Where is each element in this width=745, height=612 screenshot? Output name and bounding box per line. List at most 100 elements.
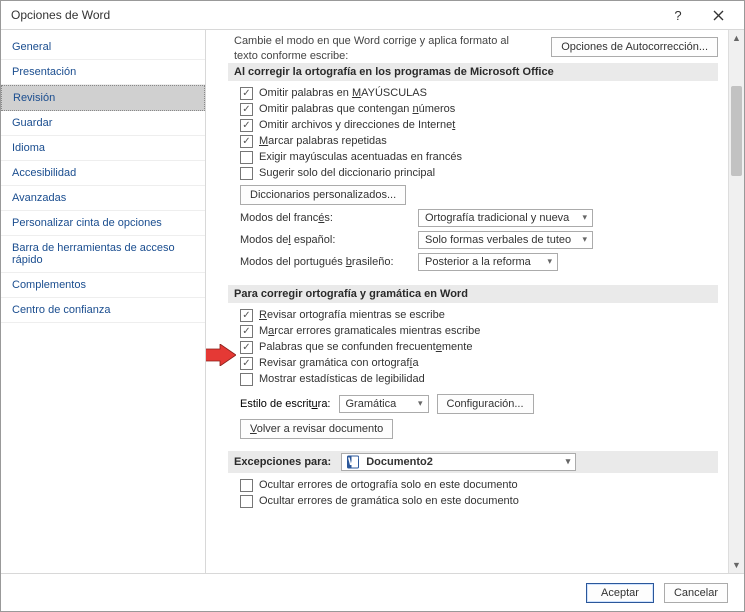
french-modes-label: Modos del francés:: [240, 212, 410, 224]
check-label: Omitir archivos y direcciones de Interne…: [259, 119, 455, 131]
check-ignore-uppercase[interactable]: ✓ Omitir palabras en MAYÚSCULAS: [240, 87, 718, 100]
select-value: Documento2: [366, 456, 433, 468]
scroll-up-arrow-icon[interactable]: ▲: [729, 30, 744, 46]
select-value: Gramática: [346, 398, 397, 410]
checkbox-icon: ✓: [240, 495, 253, 508]
checkbox-icon: ✓: [240, 103, 253, 116]
autocorrect-options-button[interactable]: Opciones de Autocorrección...: [551, 37, 718, 57]
check-grammar-errors[interactable]: ✓Marcar errores gramaticales mientras es…: [240, 325, 718, 338]
checkbox-icon: ✓: [240, 309, 253, 322]
sidebar-item-label: Centro de confianza: [12, 304, 110, 316]
checkbox-icon: ✓: [240, 87, 253, 100]
dialog-footer: Aceptar Cancelar: [1, 573, 744, 611]
main-panel: Cambie el modo en que Word corrige y apl…: [206, 30, 744, 573]
spanish-modes-select[interactable]: Solo formas verbales de tuteo: [418, 231, 593, 249]
portuguese-modes-select[interactable]: Posterior a la reforma: [418, 253, 558, 271]
check-label: Ocultar errores de gramática solo en est…: [259, 495, 519, 507]
check-label: Exigir mayúsculas acentuadas en francés: [259, 151, 462, 163]
section-spellcheck-word: Para corregir ortografía y gramática en …: [228, 285, 718, 303]
sidebar-item-label: Complementos: [12, 279, 86, 291]
row-french-modes: Modos del francés: Ortografía tradiciona…: [240, 209, 718, 227]
check-label: Omitir palabras en MAYÚSCULAS: [259, 87, 427, 99]
document-icon: W: [346, 455, 360, 469]
row-writing-style: Estilo de escritura: Gramática Configura…: [240, 394, 718, 414]
cancel-button[interactable]: Cancelar: [664, 583, 728, 603]
sidebar-item-language[interactable]: Idioma: [1, 136, 205, 161]
check-main-dict-only[interactable]: ✓ Sugerir solo del diccionario principal: [240, 167, 718, 180]
sidebar-item-label: Accesibilidad: [12, 167, 76, 179]
category-sidebar: General Presentación Revisión Guardar Id…: [1, 30, 206, 573]
portuguese-modes-label: Modos del portugués brasileño:: [240, 256, 410, 268]
titlebar: Opciones de Word ?: [1, 1, 744, 29]
recheck-document-button[interactable]: Volver a revisar documento: [240, 419, 393, 439]
check-ignore-internet[interactable]: ✓ Omitir archivos y direcciones de Intern…: [240, 119, 718, 132]
check-confused-words[interactable]: ✓Palabras que se confunden frecuentement…: [240, 341, 718, 354]
sidebar-item-label: Personalizar cinta de opciones: [12, 217, 162, 229]
writing-style-select[interactable]: Gramática: [339, 395, 429, 413]
row-spanish-modes: Modos del español: Solo formas verbales …: [240, 231, 718, 249]
sidebar-item-accessibility[interactable]: Accesibilidad: [1, 161, 205, 186]
sidebar-item-display[interactable]: Presentación: [1, 60, 205, 85]
sidebar-item-label: Barra de herramientas de acceso rápido: [12, 242, 175, 266]
select-value: Ortografía tradicional y nueva: [425, 212, 569, 224]
check-label: Revisar ortografía mientras se escribe: [259, 309, 445, 321]
check-label: Marcar errores gramaticales mientras esc…: [259, 325, 480, 337]
sidebar-item-label: Avanzadas: [12, 192, 66, 204]
help-button[interactable]: ?: [658, 1, 698, 29]
sidebar-item-quick-access[interactable]: Barra de herramientas de acceso rápido: [1, 236, 205, 273]
checkbox-icon: ✓: [240, 167, 253, 180]
scroll-content: Cambie el modo en que Word corrige y apl…: [206, 30, 728, 573]
select-value: Posterior a la reforma: [425, 256, 531, 268]
intro-line1: Cambie el modo en que Word corrige y apl…: [234, 35, 509, 47]
sidebar-item-label: Idioma: [12, 142, 45, 154]
sidebar-item-label: Presentación: [12, 66, 76, 78]
check-label: Revisar gramática con ortografía: [259, 357, 419, 369]
sidebar-item-trust-center[interactable]: Centro de confianza: [1, 298, 205, 323]
checkbox-icon: ✓: [240, 479, 253, 492]
checkbox-icon: ✓: [240, 119, 253, 132]
grammar-settings-button[interactable]: Configuración...: [437, 394, 534, 414]
sidebar-item-proofing[interactable]: Revisión: [1, 85, 205, 111]
dialog-body: General Presentación Revisión Guardar Id…: [1, 29, 744, 573]
check-repeated-words[interactable]: ✓Marcar palabras repetidas: [240, 135, 718, 148]
section-exceptions: Excepciones para: W Documento2: [228, 451, 718, 473]
close-icon: [713, 10, 724, 21]
custom-dictionaries-button[interactable]: Diccionarios personalizados...: [240, 185, 406, 205]
check-spell-as-you-type[interactable]: ✓ Revisar ortografía mientras se escribe: [240, 309, 718, 322]
vertical-scrollbar[interactable]: ▲ ▼: [728, 30, 744, 573]
spanish-modes-label: Modos del español:: [240, 234, 410, 246]
sidebar-item-addins[interactable]: Complementos: [1, 273, 205, 298]
french-modes-select[interactable]: Ortografía tradicional y nueva: [418, 209, 593, 227]
checkbox-icon: ✓: [240, 135, 253, 148]
sidebar-item-advanced[interactable]: Avanzadas: [1, 186, 205, 211]
check-label: Sugerir solo del diccionario principal: [259, 167, 435, 179]
check-readability-stats[interactable]: ✓Mostrar estadísticas de legibilidad: [240, 373, 718, 386]
scrollbar-track[interactable]: [729, 46, 744, 557]
check-grammar-with-spelling[interactable]: ✓ Revisar gramática con ortografía: [240, 357, 718, 370]
check-hide-grammar-errors[interactable]: ✓ Ocultar errores de gramática solo en es…: [240, 495, 718, 508]
sidebar-item-label: Revisión: [13, 92, 55, 104]
sidebar-item-label: Guardar: [12, 117, 52, 129]
section-spellcheck-office: Al corregir la ortografía en los program…: [228, 63, 718, 81]
exceptions-label: Excepciones para:: [234, 456, 331, 468]
sidebar-item-save[interactable]: Guardar: [1, 111, 205, 136]
exceptions-document-select[interactable]: W Documento2: [341, 453, 576, 471]
svg-text:W: W: [348, 456, 359, 468]
check-label: Mostrar estadísticas de legibilidad: [259, 373, 425, 385]
sidebar-item-general[interactable]: General: [1, 35, 205, 60]
scroll-down-arrow-icon[interactable]: ▼: [729, 557, 744, 573]
check-hide-spelling-errors[interactable]: ✓Ocultar errores de ortografía solo en e…: [240, 479, 718, 492]
check-label: Omitir palabras que contengan números: [259, 103, 455, 115]
window-title: Opciones de Word: [11, 8, 658, 22]
close-button[interactable]: [698, 1, 738, 29]
options-dialog: Opciones de Word ? General Presentación …: [0, 0, 745, 612]
scrollbar-thumb[interactable]: [731, 86, 742, 176]
ok-button[interactable]: Aceptar: [586, 583, 654, 603]
sidebar-item-customize-ribbon[interactable]: Personalizar cinta de opciones: [1, 211, 205, 236]
select-value: Solo formas verbales de tuteo: [425, 234, 571, 246]
check-label: Palabras que se confunden frecuentemente: [259, 341, 472, 353]
checkbox-icon: ✓: [240, 151, 253, 164]
check-ignore-numbers[interactable]: ✓ Omitir palabras que contengan números: [240, 103, 718, 116]
checkbox-icon: ✓: [240, 357, 253, 370]
check-french-accents[interactable]: ✓ Exigir mayúsculas acentuadas en francés: [240, 151, 718, 164]
